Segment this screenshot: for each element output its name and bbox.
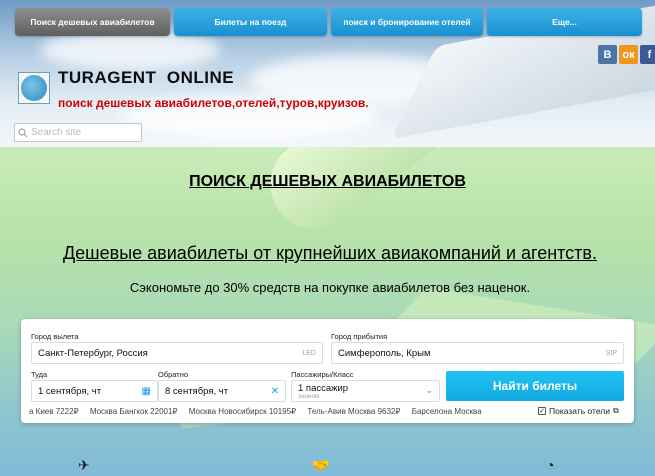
route-link[interactable]: Москва Новосибирск 10195₽ [189, 407, 296, 416]
site-tagline: поиск дешевых авиабилетов,отелей,туров,к… [58, 96, 369, 110]
hero-title: ПОИСК ДЕШЕВЫХ АВИАБИЛЕТОВ [189, 173, 466, 190]
return-date-field[interactable]: 8 сентября, чт ✕ [158, 380, 286, 402]
header-cloud [40, 30, 220, 70]
clear-icon[interactable]: ✕ [271, 386, 279, 397]
to-code: SIP [605, 349, 617, 357]
from-code: LED [302, 349, 316, 357]
airplane-icon: ✈ [78, 457, 90, 473]
calendar-icon[interactable]: ▦ [142, 386, 151, 397]
depart-label: Туда [31, 370, 48, 379]
nav-train-tickets[interactable]: Билеты на поезд [174, 8, 327, 36]
hero-section: ПОИСК ДЕШЕВЫХ АВИАБИЛЕТОВ Дешевые авиаби… [0, 147, 655, 476]
vk-icon[interactable]: B [598, 45, 617, 64]
hero-note: Сэкономьте до 30% средств на покупке ави… [129, 280, 531, 295]
show-hotels-option[interactable]: ✓ Показать отели ⧉ [538, 406, 619, 416]
route-link[interactable]: Барселона Москва [412, 407, 482, 416]
from-label: Город вылета [31, 332, 79, 341]
to-city-field[interactable]: Симферополь, Крым SIP [331, 342, 624, 364]
depart-date-value: 1 сентября, чт [38, 385, 102, 397]
main-nav: Поиск дешевых авиабилетов Билеты на поез… [15, 8, 642, 36]
hero-plane-fuselage [252, 147, 639, 248]
show-hotels-checkbox[interactable]: ✓ [538, 407, 546, 415]
to-city-value: Симферополь, Крым [338, 347, 431, 359]
route-link[interactable]: Тель-Авив Москва 9632₽ [307, 407, 400, 416]
from-city-field[interactable]: Санкт-Петербург, Россия LED [31, 342, 323, 364]
odnoklassniki-icon[interactable]: ок [619, 45, 638, 64]
facebook-icon[interactable]: f [640, 45, 655, 64]
route-link[interactable]: Москва Бангкок 22001₽ [90, 407, 178, 416]
nav-hotels[interactable]: поиск и бронирование отелей [331, 8, 483, 36]
globe-icon [21, 75, 47, 101]
site-title: TURAGENT ONLINE [58, 68, 235, 87]
hero-subtitle: Дешевые авиабилеты от крупнейших авиаком… [62, 243, 597, 263]
find-tickets-button[interactable]: Найти билеты [446, 371, 624, 401]
return-label: Обратно [158, 370, 189, 379]
to-label: Город прибытия [331, 332, 388, 341]
external-link-icon[interactable]: ⧉ [613, 406, 619, 416]
handshake-icon: 🤝 [312, 457, 330, 473]
return-date-value: 8 сентября, чт [165, 385, 229, 397]
nav-cheap-flights[interactable]: Поиск дешевых авиабилетов [15, 8, 170, 36]
passengers-label: Пассажиры/Класс [291, 370, 354, 379]
site-search-input[interactable] [31, 127, 131, 138]
site-search-box [14, 123, 142, 142]
class-value: эконом [298, 392, 320, 400]
site-logo[interactable] [18, 72, 50, 104]
clock-icon: ◔ [546, 457, 555, 473]
search-icon [18, 127, 28, 137]
popular-routes: а Киев 7222₽ Москва Бангкок 22001₽ Москв… [29, 407, 529, 419]
site-header: Поиск дешевых авиабилетов Билеты на поез… [0, 0, 655, 147]
social-links: B ок f [598, 45, 655, 64]
depart-date-field[interactable]: 1 сентября, чт ▦ [31, 380, 158, 402]
route-link[interactable]: а Киев 7222₽ [29, 407, 79, 416]
nav-more[interactable]: Еще... [487, 8, 642, 36]
passengers-field[interactable]: 1 пассажир эконом ⌄ [291, 380, 440, 402]
chevron-down-icon[interactable]: ⌄ [425, 385, 433, 396]
from-city-value: Санкт-Петербург, Россия [38, 347, 148, 359]
show-hotels-label: Показать отели [549, 406, 610, 416]
flight-search-form: Город вылета Санкт-Петербург, Россия LED… [21, 319, 634, 423]
